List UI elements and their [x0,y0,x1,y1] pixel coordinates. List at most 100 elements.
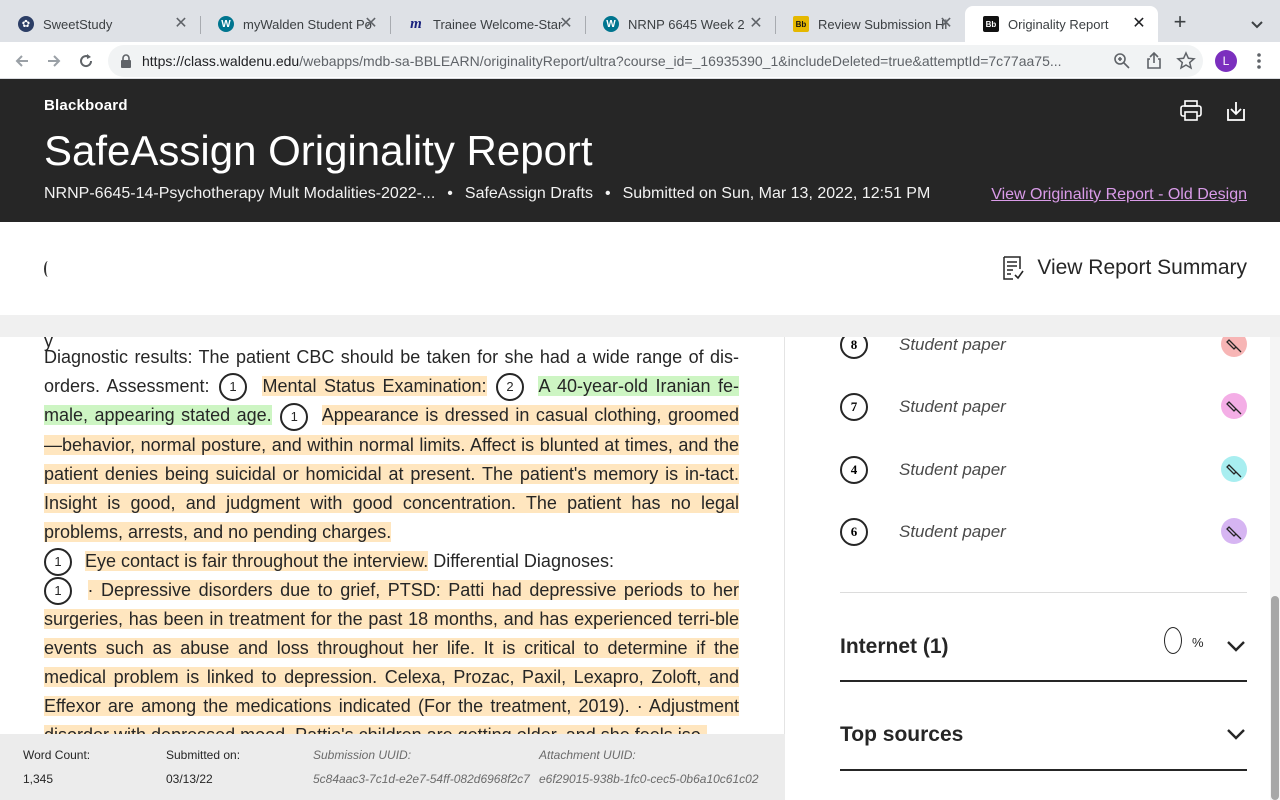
report-header: Blackboard SafeAssign Originality Report… [0,79,1280,222]
download-icon[interactable] [1224,99,1248,123]
sources-panel: 8 Student paper 7 Student paper 4 Studen… [786,337,1280,800]
matched-text[interactable]: Eye contact is fair throughout the inter… [85,550,429,571]
tab-title: NRNP 6645 Week 2 [628,16,745,32]
browser-tab-trainee[interactable]: m Trainee Welcome-Star ✕ [390,6,585,42]
tab-title: Originality Report [1008,16,1109,32]
percent-sign: % [1192,635,1204,650]
section-divider [840,592,1247,593]
share-icon[interactable] [1144,51,1164,71]
content-divider [0,315,1280,337]
blackboard-icon: Bb [983,16,999,32]
browser-toolbar: https://class.waldenu.edu/webapps/mdb-sa… [0,42,1280,79]
document-plain-text: Differential Diagnoses: [433,550,614,571]
report-summary-icon [1003,256,1024,280]
close-tab-icon[interactable]: ✕ [1130,15,1148,33]
reload-icon [80,54,93,68]
tab-search-chevron-icon[interactable] [1247,14,1267,34]
loading-spinner-icon [44,261,52,277]
internet-sources-section[interactable]: Internet (1) % [840,627,1247,667]
source-row[interactable]: 7 Student paper [840,391,1247,431]
url-text: https://class.waldenu.edu/webapps/mdb-sa… [142,53,1062,69]
print-icon[interactable] [1179,99,1203,123]
zoom-icon[interactable] [1112,51,1132,71]
close-tab-icon[interactable]: ✕ [557,15,575,33]
browser-tab-nrnp[interactable]: W NRNP 6645 Week 2 ✕ [585,6,775,42]
close-tab-icon[interactable]: ✕ [172,15,190,33]
submitted-on-field: Submitted on: 03/13/22 [166,748,241,786]
browser-tab-mywalden[interactable]: W myWalden Student Po ✕ [200,6,390,42]
reload-button[interactable] [74,49,98,73]
chevron-down-icon[interactable] [1225,723,1247,745]
page-title: SafeAssign Originality Report [44,127,593,174]
browser-tab-bar: ✿ SweetStudy ✕ W myWalden Student Po ✕ m… [0,0,1280,42]
profile-avatar[interactable]: L [1215,50,1237,72]
walden-icon: W [218,16,234,32]
bookmark-star-icon[interactable] [1176,51,1196,71]
source-match-marker[interactable]: 1 [280,402,309,431]
blackboard-icon: Bb [793,16,809,32]
close-tab-icon[interactable]: ✕ [937,15,955,33]
address-bar[interactable]: https://class.waldenu.edu/webapps/mdb-sa… [108,45,1203,77]
scrollbar-thumb[interactable] [1271,596,1279,800]
m-logo-icon: m [410,15,422,32]
submission-uuid-field: Submission UUID: 5c84aac3-7c1d-e2e7-54ff… [313,748,530,786]
source-number: 7 [840,393,868,421]
source-match-marker[interactable]: 1 [44,577,72,605]
source-row[interactable]: 4 Student paper [840,454,1247,494]
source-name: Student paper [899,522,1006,541]
browser-tab-originality-report[interactable]: Bb Originality Report ✕ [965,6,1158,42]
source-row[interactable]: 8 Student paper [840,337,1247,369]
document-text: Diagnostic results: The patient CBC shou… [44,343,739,750]
course-name: NRNP-6645-14-Psychotherapy Mult Modaliti… [44,185,436,202]
source-color-pin-icon[interactable] [1221,393,1247,419]
back-arrow-icon [15,55,28,67]
view-report-summary-button[interactable]: View Report Summary [1001,255,1247,281]
submitted-datetime: Submitted on Sun, Mar 13, 2022, 12:51 PM [622,185,931,202]
tab-title: myWalden Student Po [243,16,372,32]
new-tab-button[interactable]: + [1168,11,1192,35]
matched-text[interactable]: · Depressive disorders due to grief, PTS… [44,579,739,745]
percent-input[interactable] [1164,627,1182,654]
word-count-field: Word Count: 1,345 [23,748,91,786]
forward-button[interactable] [42,49,66,73]
submission-meta: NRNP-6645-14-Psychotherapy Mult Modaliti… [44,185,931,202]
browser-tab-review-submission[interactable]: Bb Review Submission Hi ✕ [775,6,965,42]
browser-menu-icon[interactable] [1250,51,1268,71]
blackboard-logo: Blackboard [44,97,128,114]
source-match-marker[interactable]: 2 [495,373,524,402]
chevron-down-icon[interactable] [1225,635,1247,657]
section-title: Top sources [840,723,964,746]
section-title: Internet (1) [840,635,949,658]
section-divider [840,769,1247,771]
matched-text[interactable]: Mental Status Examination: [262,376,487,396]
sweetstudy-icon: ✿ [18,16,34,32]
source-number: 6 [840,518,868,546]
walden-icon: W [603,16,619,32]
close-tab-icon[interactable]: ✕ [362,15,380,33]
back-button[interactable] [10,49,34,73]
tab-title: SweetStudy [43,16,113,32]
tab-title: Trainee Welcome-Star [433,16,563,32]
old-design-link[interactable]: View Originality Report - Old Design [991,186,1247,204]
source-name: Student paper [899,337,1006,354]
source-color-pin-icon[interactable] [1221,518,1247,544]
submission-info-footer: Word Count: 1,345 Submitted on: 03/13/22… [0,734,785,800]
top-sources-section[interactable]: Top sources [840,715,1247,755]
browser-tab-sweetstudy[interactable]: ✿ SweetStudy ✕ [0,6,200,42]
close-tab-icon[interactable]: ✕ [747,15,765,33]
source-match-marker[interactable]: 1 [219,373,247,402]
lock-icon [121,54,131,68]
source-color-pin-icon[interactable] [1221,337,1247,357]
view-report-summary-label: View Report Summary [1037,256,1247,279]
source-match-marker[interactable]: 1 [44,547,72,576]
forward-arrow-icon [48,55,61,67]
source-color-pin-icon[interactable] [1221,456,1247,482]
source-row[interactable]: 6 Student paper [840,516,1247,556]
submission-document: y Diagnostic results: The patient CBC sh… [0,337,785,800]
source-name: Student paper [899,460,1006,479]
tab-title: Review Submission Hi [818,16,948,32]
matched-text[interactable]: Appearance is dressed in casual clothing… [44,405,739,542]
section-divider [840,680,1247,682]
source-name: Student paper [899,397,1006,416]
source-number: 8 [840,337,868,359]
